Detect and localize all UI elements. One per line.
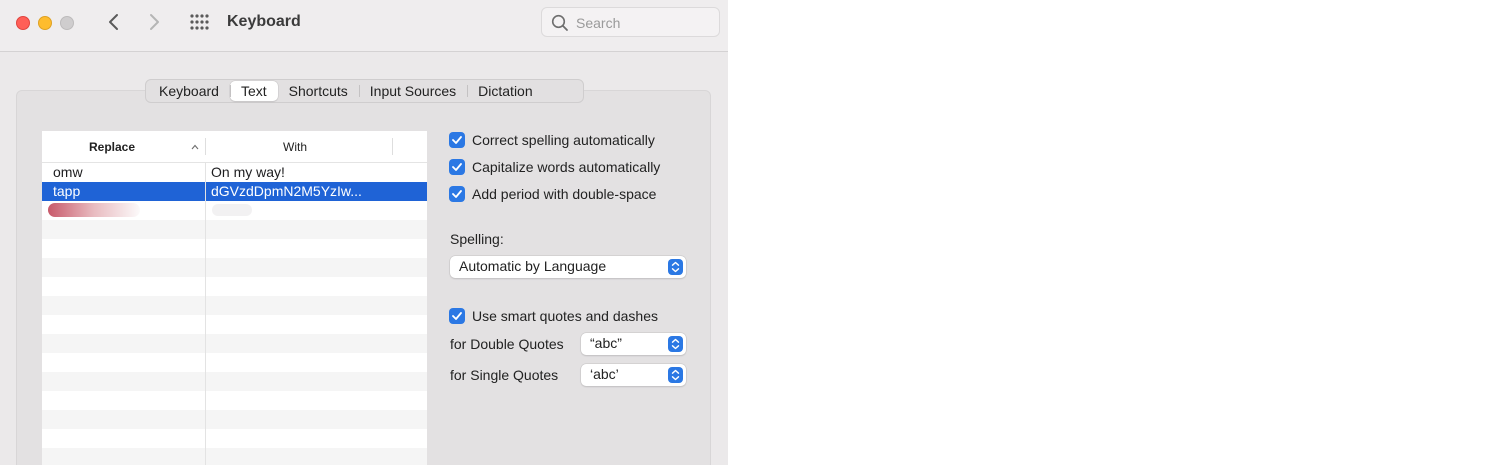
close-button[interactable] xyxy=(16,16,30,30)
empty-row xyxy=(42,258,427,277)
forward-chevron-icon[interactable] xyxy=(144,11,164,33)
checkmark-icon xyxy=(452,190,462,198)
table-row-selected[interactable]: tapp dGVzdDpmN2M5YzIw... xyxy=(42,182,427,201)
checkmark-icon xyxy=(452,136,462,144)
empty-row xyxy=(42,353,427,372)
with-cell: dGVzdDpmN2M5YzIw... xyxy=(211,183,362,199)
minimize-button[interactable] xyxy=(38,16,52,30)
empty-row xyxy=(42,334,427,353)
double-quotes-label: for Double Quotes xyxy=(450,336,564,352)
spelling-value: Automatic by Language xyxy=(459,258,607,274)
column-header-replace[interactable]: Replace xyxy=(89,140,135,154)
empty-row xyxy=(42,296,427,315)
correct-spelling-checkbox[interactable] xyxy=(449,132,465,148)
single-quotes-popup[interactable]: ‘abc’ xyxy=(581,364,686,386)
popup-arrows-icon xyxy=(668,367,683,383)
replace-cell: tapp xyxy=(53,183,81,199)
tab-shortcuts[interactable]: Shortcuts xyxy=(278,81,359,101)
double-quotes-popup[interactable]: “abc” xyxy=(581,333,686,355)
redaction-mark xyxy=(212,204,252,216)
single-quotes-label: for Single Quotes xyxy=(450,367,559,383)
column-grid-line xyxy=(205,162,206,465)
spelling-label: Spelling: xyxy=(450,231,504,247)
tab-keyboard[interactable]: Keyboard xyxy=(148,81,230,101)
capitalize-option[interactable]: Capitalize words automatically xyxy=(449,159,660,175)
replace-cell: omw xyxy=(53,164,83,180)
correct-spelling-option[interactable]: Correct spelling automatically xyxy=(449,132,655,148)
capitalize-checkbox[interactable] xyxy=(449,159,465,175)
correct-spelling-label[interactable]: Correct spelling automatically xyxy=(472,132,655,148)
search-field[interactable] xyxy=(541,7,720,37)
search-input[interactable] xyxy=(576,13,706,33)
title-bar: Keyboard xyxy=(0,0,728,52)
table-row-redacted[interactable] xyxy=(42,201,427,220)
checkmark-icon xyxy=(452,163,462,171)
checkmark-icon xyxy=(452,312,462,320)
tab-input-sources[interactable]: Input Sources xyxy=(358,81,467,101)
empty-row xyxy=(42,220,427,239)
table-header: Replace With xyxy=(42,131,427,163)
period-option[interactable]: Add period with double-space xyxy=(449,186,656,202)
text-replacement-table[interactable]: Replace With omw On my way! tapp dGVzdDp… xyxy=(42,131,427,465)
popup-arrows-icon xyxy=(668,259,683,275)
search-icon xyxy=(551,14,568,31)
sort-ascending-icon xyxy=(191,144,199,150)
single-quotes-value: ‘abc’ xyxy=(590,366,619,382)
table-row[interactable]: omw On my way! xyxy=(42,163,427,182)
double-quotes-value: “abc” xyxy=(590,335,622,351)
smart-quotes-checkbox[interactable] xyxy=(449,308,465,324)
grid-icon[interactable] xyxy=(189,13,209,31)
preferences-window: Keyboard Keyboard Text Shortcuts Input S… xyxy=(0,0,728,465)
column-divider[interactable] xyxy=(392,138,393,155)
tab-text[interactable]: Text xyxy=(229,81,278,101)
smart-quotes-label[interactable]: Use smart quotes and dashes xyxy=(472,308,658,324)
spelling-popup[interactable]: Automatic by Language xyxy=(450,256,686,278)
smart-quotes-option[interactable]: Use smart quotes and dashes xyxy=(449,308,658,324)
popup-arrows-icon xyxy=(668,336,683,352)
window-title: Keyboard xyxy=(227,13,301,30)
empty-row xyxy=(42,391,427,410)
empty-row xyxy=(42,448,427,465)
capitalize-label[interactable]: Capitalize words automatically xyxy=(472,159,660,175)
period-checkbox[interactable] xyxy=(449,186,465,202)
with-cell: On my way! xyxy=(211,164,285,180)
period-label[interactable]: Add period with double-space xyxy=(472,186,656,202)
empty-row xyxy=(42,277,427,296)
back-chevron-icon[interactable] xyxy=(104,11,124,33)
column-divider[interactable] xyxy=(205,138,206,155)
empty-row xyxy=(42,372,427,391)
tab-dictation[interactable]: Dictation xyxy=(467,81,543,101)
zoom-button[interactable] xyxy=(60,16,74,30)
redaction-mark xyxy=(48,203,140,217)
column-header-with[interactable]: With xyxy=(283,140,307,154)
empty-row xyxy=(42,239,427,258)
tab-bar: Keyboard Text Shortcuts Input Sources Di… xyxy=(145,79,584,103)
empty-row xyxy=(42,410,427,429)
empty-row xyxy=(42,315,427,334)
empty-row xyxy=(42,429,427,448)
